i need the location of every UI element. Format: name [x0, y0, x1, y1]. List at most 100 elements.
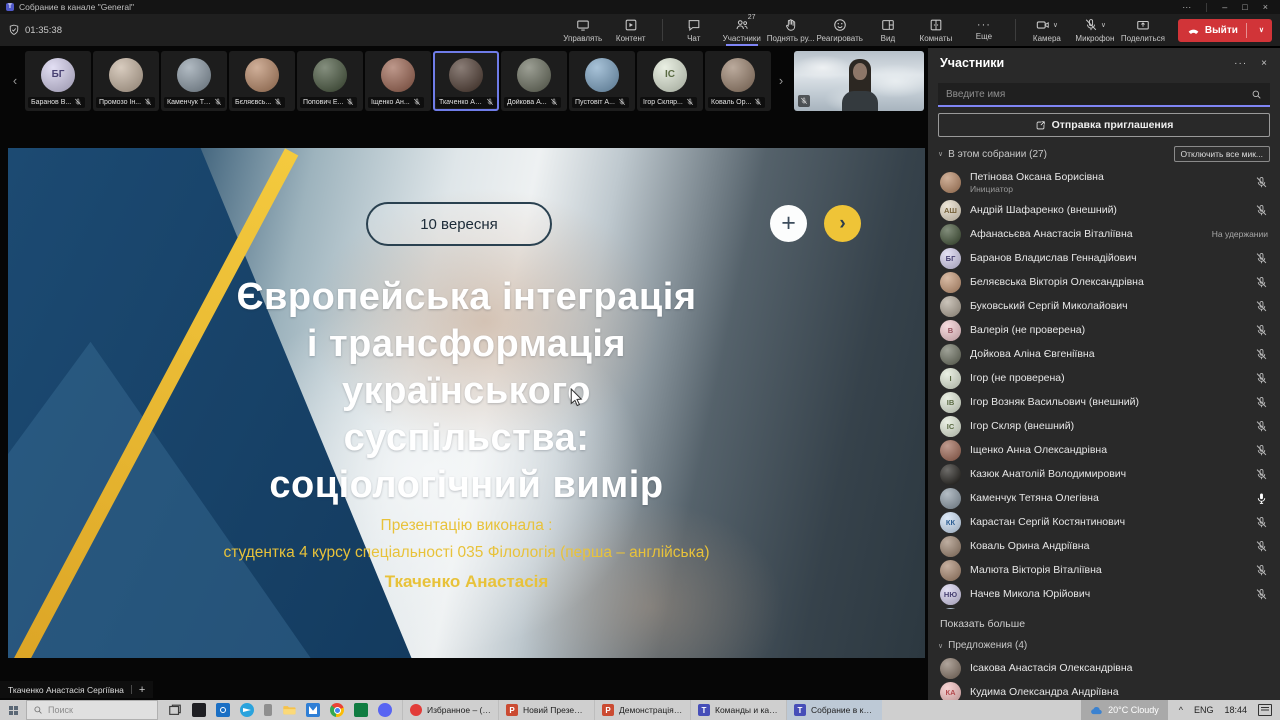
maximize-button[interactable]: □ — [1242, 2, 1247, 12]
mail-icon[interactable] — [306, 703, 320, 717]
toolbar-item-view[interactable]: Вид — [865, 14, 911, 46]
participant-row[interactable]: Беляєвська Вікторія Олександрівна — [928, 270, 1280, 294]
toolbar-item-participants[interactable]: 27 Участники — [719, 14, 765, 46]
mic-off-icon[interactable] — [1255, 300, 1268, 313]
mic-off-icon[interactable] — [1255, 176, 1268, 189]
camera-options-chevron[interactable]: ∨ — [1053, 21, 1058, 29]
participant-row[interactable]: Малюта Вікторія Віталіївна — [928, 558, 1280, 582]
participant-row[interactable]: Коваль Орина Андріївна — [928, 534, 1280, 558]
toolbar-item-chat[interactable]: Чат — [671, 14, 717, 46]
active-speaker-tile[interactable] — [794, 50, 924, 111]
filmstrip-next-button[interactable]: › — [776, 73, 786, 88]
video-tile[interactable]: Дойкова А... — [501, 50, 567, 111]
video-tile[interactable]: Каменчук Тетя... — [161, 50, 227, 111]
toolbar-item-camera[interactable]: ∨ Камера — [1024, 14, 1070, 46]
participant-row[interactable]: Іщенко Анна Олександрівна — [928, 438, 1280, 462]
toolbar-item-manage[interactable]: Управлять — [560, 14, 606, 46]
mic-off-icon[interactable] — [1255, 588, 1268, 601]
panel-more-button[interactable]: ··· — [1234, 58, 1247, 69]
mic-off-icon[interactable] — [1255, 204, 1268, 217]
video-tile[interactable]: БГ Баранов В... — [25, 50, 91, 111]
mic-off-icon[interactable] — [1255, 396, 1268, 409]
participant-row[interactable]: КК Карастан Сергій Костянтинович — [928, 510, 1280, 534]
task-view-icon[interactable] — [168, 703, 182, 717]
mic-off-icon[interactable] — [1255, 468, 1268, 481]
taskbar-search-input[interactable]: Поиск — [26, 700, 158, 720]
leave-options-chevron[interactable]: ∨ — [1253, 26, 1270, 34]
show-more-link[interactable]: Показать больше — [928, 609, 1280, 631]
mic-off-icon[interactable] — [1255, 564, 1268, 577]
send-invite-button[interactable]: Отправка приглашения — [938, 113, 1270, 137]
mic-off-icon[interactable] — [1255, 372, 1268, 385]
mic-off-icon[interactable] — [1255, 516, 1268, 529]
chevron-down-icon[interactable]: ∨ — [938, 642, 943, 650]
chrome-icon[interactable] — [330, 703, 344, 717]
mic-off-icon[interactable] — [1255, 444, 1268, 457]
participant-row[interactable]: Буковський Сергій Миколайович — [928, 294, 1280, 318]
toolbar-item-share[interactable]: Поделиться — [1120, 14, 1166, 46]
app-icon-gray[interactable] — [264, 704, 272, 716]
participant-row[interactable]: Дойкова Аліна Євгеніївна — [928, 342, 1280, 366]
toolbar-item-react[interactable]: Реагировать — [816, 14, 863, 46]
toolbar-item-more[interactable]: ··· Еще — [961, 14, 1007, 46]
panel-close-button[interactable]: × — [1261, 58, 1268, 69]
participant-row[interactable]: В Валерія (не проверена) — [928, 318, 1280, 342]
search-input[interactable]: Введите имя — [938, 83, 1270, 107]
participant-row[interactable]: ІВ Ігор Возняк Васильович (внешний) — [928, 390, 1280, 414]
participant-row[interactable]: І Ігор (не проверена) — [928, 366, 1280, 390]
video-tile[interactable]: Бєляєвсь... — [229, 50, 295, 111]
plus-button[interactable]: + — [770, 205, 807, 242]
minimize-button[interactable]: – — [1222, 2, 1227, 12]
mic-options-chevron[interactable]: ∨ — [1101, 21, 1106, 29]
participant-row[interactable]: Афанасьєва Анастасія Віталіївна На удержа… — [928, 222, 1280, 246]
participant-row[interactable]: Петінова Оксана Борисівна Инициатор — [928, 167, 1280, 198]
discord-icon[interactable] — [378, 703, 392, 717]
excel-icon[interactable] — [354, 703, 368, 717]
mic-off-icon[interactable] — [1255, 252, 1268, 265]
mic-off-icon[interactable] — [1255, 324, 1268, 337]
telegram-icon[interactable] — [240, 703, 254, 717]
participant-row[interactable]: НЮ Начев Микола Юрійович — [928, 582, 1280, 606]
toolbar-item-microphone[interactable]: ∨ Микрофон — [1072, 14, 1118, 46]
mic-off-icon[interactable] — [1255, 540, 1268, 553]
taskbar-window-teams-main[interactable]: TКоманды и каналы |... — [690, 700, 786, 720]
video-tile-selected[interactable]: Ткаченко Анас... — [433, 50, 499, 111]
clock[interactable]: 18:44 — [1224, 705, 1247, 715]
taskbar-window-powerpoint-2[interactable]: PДемонстрація Pow... — [594, 700, 690, 720]
app-icon-dark[interactable] — [192, 703, 206, 717]
toolbar-item-rooms[interactable]: Комнаты — [913, 14, 959, 46]
mic-off-icon[interactable] — [1255, 348, 1268, 361]
mic-off-icon[interactable] — [1255, 276, 1268, 289]
suggestion-row[interactable]: КА Кудима Олександра Андріївна — [928, 680, 1280, 700]
participant-row[interactable]: Каменчук Тетяна Олегівна — [928, 486, 1280, 510]
toolbar-item-content[interactable]: Контент — [608, 14, 654, 46]
close-button[interactable]: × — [1263, 2, 1268, 12]
participant-row[interactable]: Казюк Анатолій Володимирович — [928, 462, 1280, 486]
pin-plus-button[interactable]: + — [139, 684, 145, 696]
mute-all-button[interactable]: Отключить все мик... — [1173, 146, 1270, 162]
next-button[interactable]: › — [824, 205, 861, 242]
file-explorer-icon[interactable] — [282, 703, 296, 717]
video-tile[interactable]: Коваль Ор... — [705, 50, 771, 111]
toolbar-item-raise-hand[interactable]: Поднять ру... — [767, 14, 814, 46]
leave-button[interactable]: Выйти ∨ — [1177, 18, 1272, 42]
notification-center-icon[interactable] — [1258, 704, 1272, 716]
video-tile[interactable]: Іщенко Ан... — [365, 50, 431, 111]
titlebar-more-button[interactable]: ··· — [1182, 2, 1191, 12]
participant-row[interactable]: ІС Ігор Скляр (внешний) — [928, 414, 1280, 438]
taskbar-window-favorites[interactable]: Избранное – (RW... — [402, 700, 498, 720]
start-button[interactable] — [0, 700, 26, 720]
taskbar-window-teams-meeting[interactable]: TСобрание в канале ... — [786, 700, 882, 720]
participant-row[interactable]: АШ Андрій Шафаренко (внешний) — [928, 198, 1280, 222]
participant-row[interactable]: БГ Баранов Владислав Геннадійович — [928, 246, 1280, 270]
video-tile[interactable]: Попович Е... — [297, 50, 363, 111]
video-tile[interactable]: Пустовіт А... — [569, 50, 635, 111]
mic-on-icon[interactable] — [1255, 492, 1268, 505]
video-tile[interactable]: Промозо Ін... — [93, 50, 159, 111]
mic-off-icon[interactable] — [1255, 420, 1268, 433]
suggestion-row[interactable]: Ісакова Анастасія Олександрівна — [928, 656, 1280, 680]
outlook-icon[interactable] — [216, 703, 230, 717]
taskbar-window-powerpoint-1[interactable]: PНовий Презентація ... — [498, 700, 594, 720]
language-indicator[interactable]: ENG — [1194, 705, 1214, 715]
video-tile[interactable]: ІС Ігор Скляр... — [637, 50, 703, 111]
